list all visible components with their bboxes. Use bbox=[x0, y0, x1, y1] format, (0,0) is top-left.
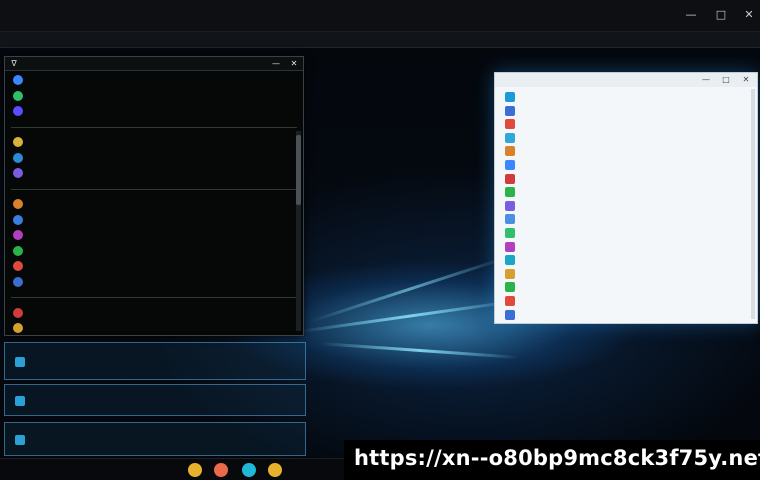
terminal-line bbox=[5, 104, 301, 118]
divider bbox=[11, 126, 297, 128]
file-list-window[interactable]: — □ ✕ bbox=[494, 72, 758, 324]
list-item[interactable] bbox=[495, 213, 757, 225]
file-icon bbox=[505, 309, 515, 320]
file-icon bbox=[505, 92, 515, 102]
app-icon bbox=[13, 75, 23, 85]
list-item[interactable] bbox=[495, 186, 757, 198]
app-icon bbox=[13, 90, 23, 101]
glass-panel[interactable] bbox=[4, 422, 306, 456]
app-icon bbox=[13, 307, 23, 318]
terminal-line bbox=[5, 228, 301, 242]
file-icon bbox=[505, 146, 515, 157]
close-icon[interactable]: ✕ bbox=[742, 8, 756, 22]
restore-icon[interactable]: □ bbox=[714, 8, 728, 22]
file-icon bbox=[505, 105, 515, 116]
divider bbox=[11, 188, 297, 190]
terminal-line bbox=[5, 151, 301, 165]
file-icon bbox=[505, 214, 515, 225]
terminal-window[interactable]: ∇ — ✕ bbox=[4, 56, 304, 336]
terminal-line bbox=[5, 275, 301, 289]
terminal-line bbox=[5, 306, 301, 320]
taskbar-app-icon[interactable] bbox=[242, 463, 256, 477]
list-item[interactable] bbox=[495, 281, 757, 293]
app-icon bbox=[13, 276, 23, 287]
file-icon bbox=[505, 282, 515, 293]
restore-icon[interactable]: □ bbox=[721, 75, 731, 85]
list-item[interactable] bbox=[495, 241, 757, 253]
file-icon bbox=[505, 173, 515, 184]
list-item[interactable] bbox=[495, 91, 757, 103]
list-item[interactable] bbox=[495, 268, 757, 280]
file-icon bbox=[505, 160, 515, 170]
url-text: https://xn--o80bp9mc8ck3f75y.net bbox=[354, 446, 760, 470]
app-icon bbox=[13, 245, 23, 256]
glass-panel[interactable] bbox=[4, 384, 306, 416]
url-banner: https://xn--o80bp9mc8ck3f75y.net bbox=[344, 440, 760, 480]
file-icon bbox=[505, 187, 515, 198]
list-item[interactable] bbox=[495, 173, 757, 185]
app-icon bbox=[13, 199, 23, 209]
terminal-line bbox=[5, 197, 301, 211]
menu-bar bbox=[0, 32, 760, 48]
panel-icon bbox=[15, 357, 25, 367]
terminal-line bbox=[5, 120, 301, 134]
close-icon[interactable]: ✕ bbox=[741, 75, 751, 85]
list-item[interactable] bbox=[495, 227, 757, 239]
file-icon bbox=[505, 268, 515, 279]
list-item[interactable] bbox=[495, 159, 757, 171]
panel-icon bbox=[15, 396, 25, 406]
list-item[interactable] bbox=[495, 295, 757, 307]
app-icon bbox=[13, 106, 23, 116]
glass-panel[interactable] bbox=[4, 342, 306, 380]
taskbar-app-icon[interactable] bbox=[188, 463, 202, 477]
minimize-icon[interactable]: — bbox=[701, 75, 711, 85]
terminal-line bbox=[5, 213, 301, 227]
file-icon bbox=[505, 296, 515, 306]
terminal-line bbox=[5, 321, 301, 335]
list-item[interactable] bbox=[495, 118, 757, 130]
panel-icon bbox=[15, 435, 25, 445]
app-icon bbox=[13, 230, 23, 240]
minimize-icon[interactable]: — bbox=[271, 59, 281, 69]
taskbar-app-icon[interactable] bbox=[214, 463, 228, 477]
terminal-line bbox=[5, 89, 301, 103]
window-title-bar: — □ ✕ bbox=[495, 73, 757, 87]
taskbar-app-icon[interactable] bbox=[268, 463, 282, 477]
list-item[interactable] bbox=[495, 254, 757, 266]
app-icon bbox=[13, 261, 23, 271]
terminal-line bbox=[5, 166, 301, 180]
terminal-scrollbar[interactable] bbox=[296, 131, 301, 331]
file-icon bbox=[505, 241, 515, 252]
terminal-app-icon: ∇ bbox=[11, 59, 17, 68]
terminal-line bbox=[5, 135, 301, 149]
list-item[interactable] bbox=[495, 309, 757, 321]
terminal-line bbox=[5, 182, 301, 196]
file-icon bbox=[505, 200, 515, 211]
app-icon bbox=[13, 152, 23, 163]
scrollbar-thumb[interactable] bbox=[296, 135, 301, 205]
window-title-bar: — □ ✕ bbox=[0, 0, 760, 32]
list-item[interactable] bbox=[495, 105, 757, 117]
divider bbox=[11, 297, 297, 298]
list-item[interactable] bbox=[495, 132, 757, 144]
close-icon[interactable]: ✕ bbox=[289, 59, 299, 69]
window-scrollbar[interactable] bbox=[751, 89, 755, 319]
terminal-title-bar: ∇ — ✕ bbox=[5, 57, 303, 71]
file-icon bbox=[505, 228, 515, 238]
app-icon bbox=[13, 137, 23, 147]
file-icon bbox=[505, 119, 515, 130]
file-icon bbox=[505, 132, 515, 143]
terminal-line bbox=[5, 244, 301, 258]
app-icon bbox=[13, 168, 23, 178]
file-icon bbox=[505, 255, 515, 266]
minimize-icon[interactable]: — bbox=[684, 8, 698, 22]
list-item[interactable] bbox=[495, 200, 757, 212]
list-item[interactable] bbox=[495, 145, 757, 157]
app-icon bbox=[13, 214, 23, 225]
terminal-line bbox=[5, 73, 301, 87]
terminal-line bbox=[5, 290, 301, 304]
terminal-line bbox=[5, 259, 301, 273]
app-icon bbox=[13, 323, 23, 333]
